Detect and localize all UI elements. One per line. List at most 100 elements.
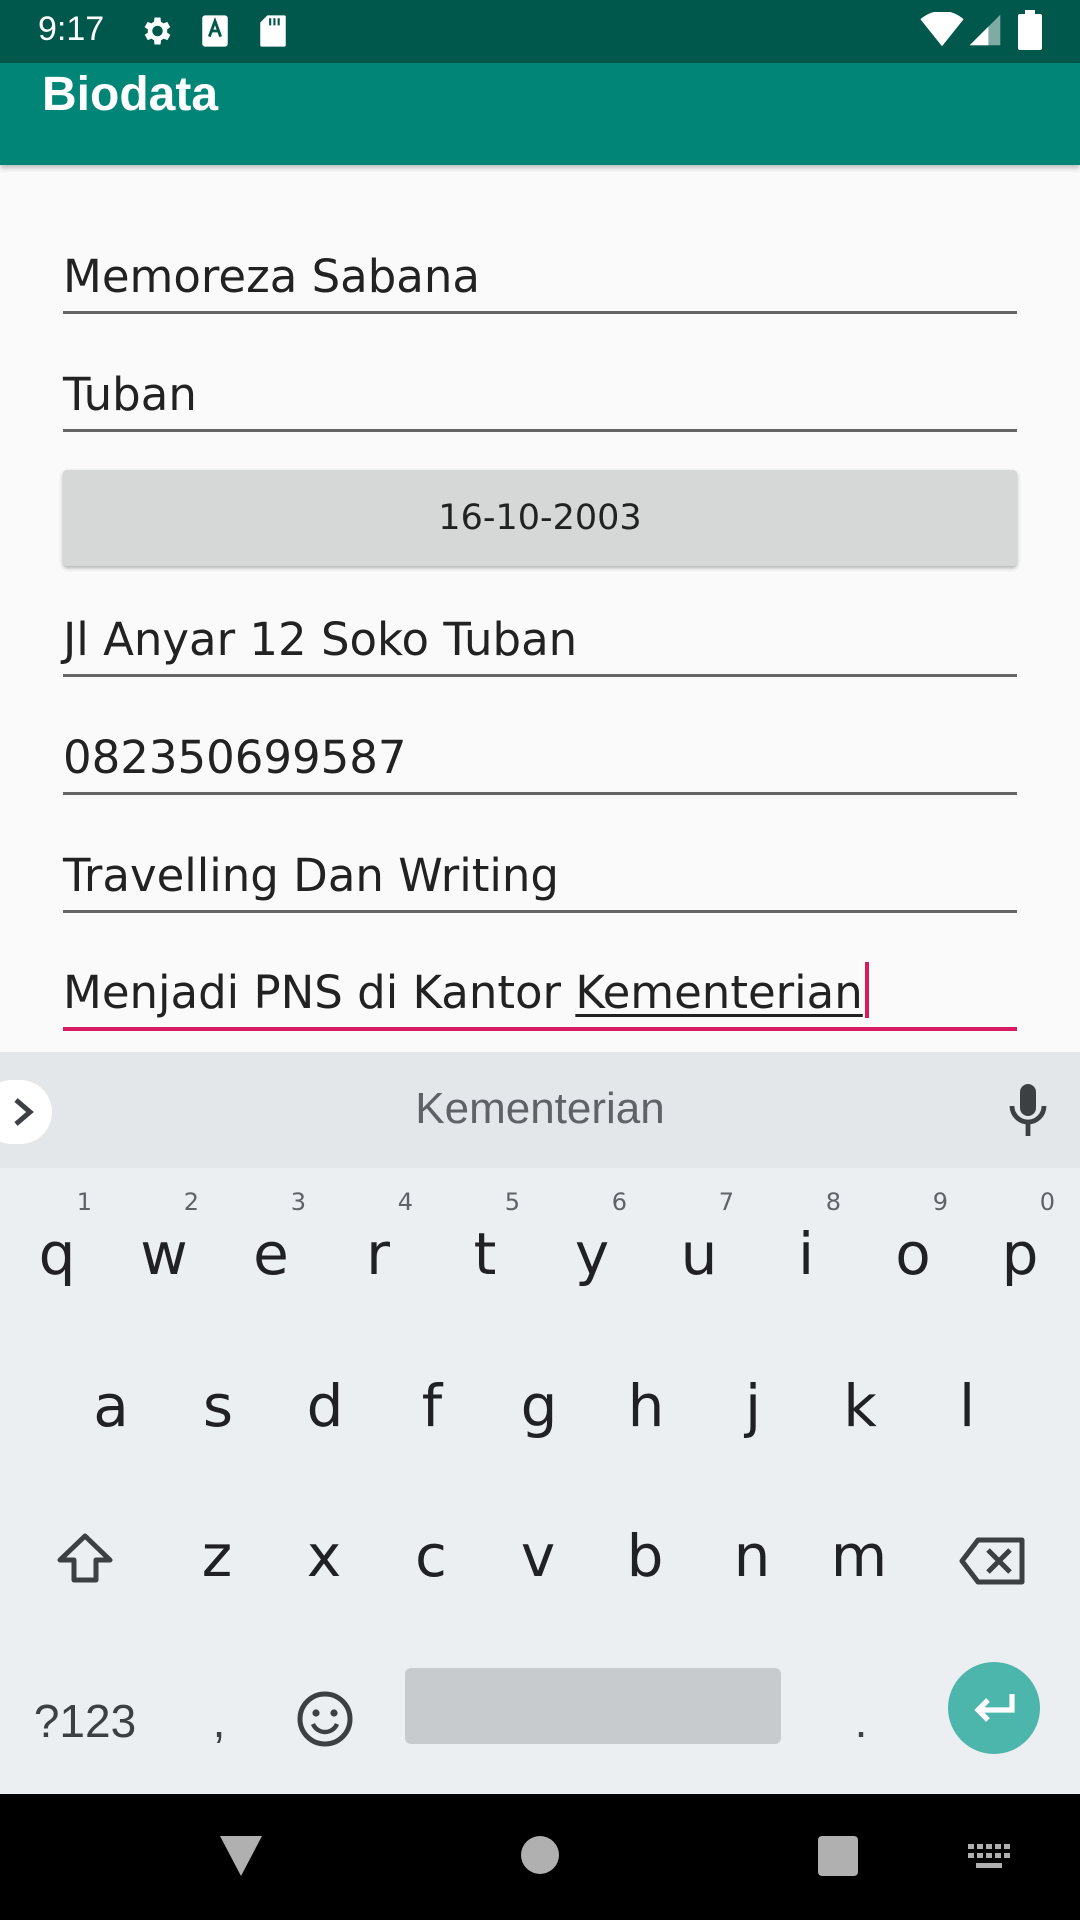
navigation-bar bbox=[0, 1794, 1080, 1920]
key-label: g bbox=[520, 1372, 558, 1440]
shift-key[interactable] bbox=[32, 1486, 138, 1626]
key-number-hint: 2 bbox=[183, 1188, 199, 1216]
backspace-key[interactable] bbox=[940, 1486, 1046, 1626]
comma-key-label: , bbox=[212, 1695, 226, 1747]
name-field[interactable]: Memoreza Sabana bbox=[63, 250, 1017, 314]
enter-key[interactable] bbox=[948, 1662, 1040, 1754]
key-label: f bbox=[421, 1372, 443, 1440]
key-j[interactable]: j bbox=[700, 1336, 806, 1476]
key-f[interactable]: f bbox=[379, 1336, 485, 1476]
hobby-value: Travelling Dan Writing bbox=[63, 849, 559, 902]
suggestion-strip: Kementerian bbox=[0, 1052, 1080, 1168]
sd-card-icon bbox=[260, 15, 286, 47]
key-number-hint: 5 bbox=[504, 1188, 520, 1216]
key-e[interactable]: e3 bbox=[218, 1184, 324, 1324]
key-number-hint: 4 bbox=[397, 1188, 413, 1216]
enter-icon bbox=[974, 1694, 1015, 1722]
symbols-key-label: ?123 bbox=[33, 1695, 137, 1747]
key-label: d bbox=[306, 1372, 344, 1440]
key-label: m bbox=[830, 1522, 888, 1590]
comma-key[interactable]: , bbox=[166, 1644, 272, 1784]
birthplace-value: Tuban bbox=[63, 368, 197, 421]
goal-prefix: Menjadi PNS di Kantor bbox=[63, 966, 576, 1019]
key-label: b bbox=[626, 1522, 664, 1590]
key-label: z bbox=[201, 1522, 233, 1590]
key-label: v bbox=[520, 1522, 556, 1590]
key-number-hint: 6 bbox=[611, 1188, 627, 1216]
key-u[interactable]: u7 bbox=[646, 1184, 752, 1324]
emoji-key[interactable] bbox=[272, 1644, 378, 1784]
key-p[interactable]: p0 bbox=[967, 1184, 1073, 1324]
key-label: w bbox=[140, 1220, 188, 1288]
key-q[interactable]: q1 bbox=[4, 1184, 110, 1324]
birthdate-button[interactable]: 16-10-2003 bbox=[63, 470, 1017, 566]
key-label: k bbox=[843, 1372, 877, 1440]
address-value: Jl Anyar 12 Soko Tuban bbox=[63, 613, 578, 666]
phone-value: 082350699587 bbox=[63, 731, 407, 784]
key-label: r bbox=[366, 1220, 390, 1288]
recents-icon[interactable] bbox=[818, 1836, 858, 1876]
hobby-field[interactable]: Travelling Dan Writing bbox=[63, 849, 1017, 913]
keyboard-switch-icon[interactable] bbox=[968, 1844, 1012, 1870]
key-g[interactable]: g bbox=[486, 1336, 592, 1476]
key-y[interactable]: y6 bbox=[539, 1184, 645, 1324]
key-number-hint: 0 bbox=[1039, 1188, 1055, 1216]
key-label: e bbox=[253, 1220, 289, 1288]
goal-composing-word: Kementerian bbox=[575, 966, 863, 1019]
back-icon[interactable] bbox=[218, 1834, 264, 1878]
key-i[interactable]: i8 bbox=[753, 1184, 859, 1324]
spacebar[interactable] bbox=[405, 1668, 781, 1744]
emoji-icon bbox=[297, 1691, 353, 1747]
name-value: Memoreza Sabana bbox=[63, 250, 480, 303]
key-c[interactable]: c bbox=[378, 1486, 484, 1626]
key-label: t bbox=[473, 1220, 497, 1288]
mic-icon[interactable] bbox=[1008, 1082, 1048, 1138]
home-icon[interactable] bbox=[521, 1836, 559, 1874]
symbols-key[interactable]: ?123 bbox=[32, 1644, 138, 1784]
goal-field[interactable]: Menjadi PNS di Kantor Kementerian bbox=[63, 962, 1017, 1031]
key-l[interactable]: l bbox=[914, 1336, 1020, 1476]
shift-icon bbox=[57, 1533, 113, 1583]
wifi-icon bbox=[920, 12, 964, 47]
key-label: j bbox=[744, 1372, 762, 1440]
key-v[interactable]: v bbox=[485, 1486, 591, 1626]
key-n[interactable]: n bbox=[699, 1486, 805, 1626]
key-label: a bbox=[93, 1372, 129, 1440]
key-label: s bbox=[202, 1372, 234, 1440]
key-label: n bbox=[733, 1522, 771, 1590]
period-key-label: . bbox=[854, 1695, 868, 1747]
phone-field[interactable]: 082350699587 bbox=[63, 731, 1017, 795]
key-label: q bbox=[38, 1220, 76, 1288]
key-d[interactable]: d bbox=[272, 1336, 378, 1476]
key-x[interactable]: x bbox=[271, 1486, 377, 1626]
key-o[interactable]: o9 bbox=[860, 1184, 966, 1324]
key-m[interactable]: m bbox=[806, 1486, 912, 1626]
key-label: o bbox=[895, 1220, 931, 1288]
key-k[interactable]: k bbox=[807, 1336, 913, 1476]
key-label: h bbox=[627, 1372, 665, 1440]
suggestion-word[interactable]: Kementerian bbox=[0, 1084, 1080, 1134]
key-s[interactable]: s bbox=[165, 1336, 271, 1476]
key-b[interactable]: b bbox=[592, 1486, 698, 1626]
status-bar: 9:17 bbox=[0, 0, 1080, 63]
key-number-hint: 3 bbox=[290, 1188, 306, 1216]
address-field[interactable]: Jl Anyar 12 Soko Tuban bbox=[63, 613, 1017, 677]
key-z[interactable]: z bbox=[164, 1486, 270, 1626]
soft-keyboard: Kementerian q1w2e3r4t5y6u7i8o9p0 asdfghj… bbox=[0, 1052, 1080, 1794]
key-r[interactable]: r4 bbox=[325, 1184, 431, 1324]
status-time: 9:17 bbox=[38, 10, 105, 48]
key-t[interactable]: t5 bbox=[432, 1184, 538, 1324]
key-label: p bbox=[1001, 1220, 1039, 1288]
birthplace-field[interactable]: Tuban bbox=[63, 368, 1017, 432]
key-number-hint: 9 bbox=[932, 1188, 948, 1216]
app-title: Biodata bbox=[42, 68, 219, 121]
key-number-hint: 1 bbox=[76, 1188, 92, 1216]
key-a[interactable]: a bbox=[58, 1336, 164, 1476]
key-label: i bbox=[797, 1220, 815, 1288]
battery-icon bbox=[1018, 10, 1042, 50]
period-key[interactable]: . bbox=[808, 1644, 914, 1784]
app-bar: Biodata bbox=[0, 63, 1080, 165]
key-w[interactable]: w2 bbox=[111, 1184, 217, 1324]
key-label: u bbox=[680, 1220, 718, 1288]
key-h[interactable]: h bbox=[593, 1336, 699, 1476]
